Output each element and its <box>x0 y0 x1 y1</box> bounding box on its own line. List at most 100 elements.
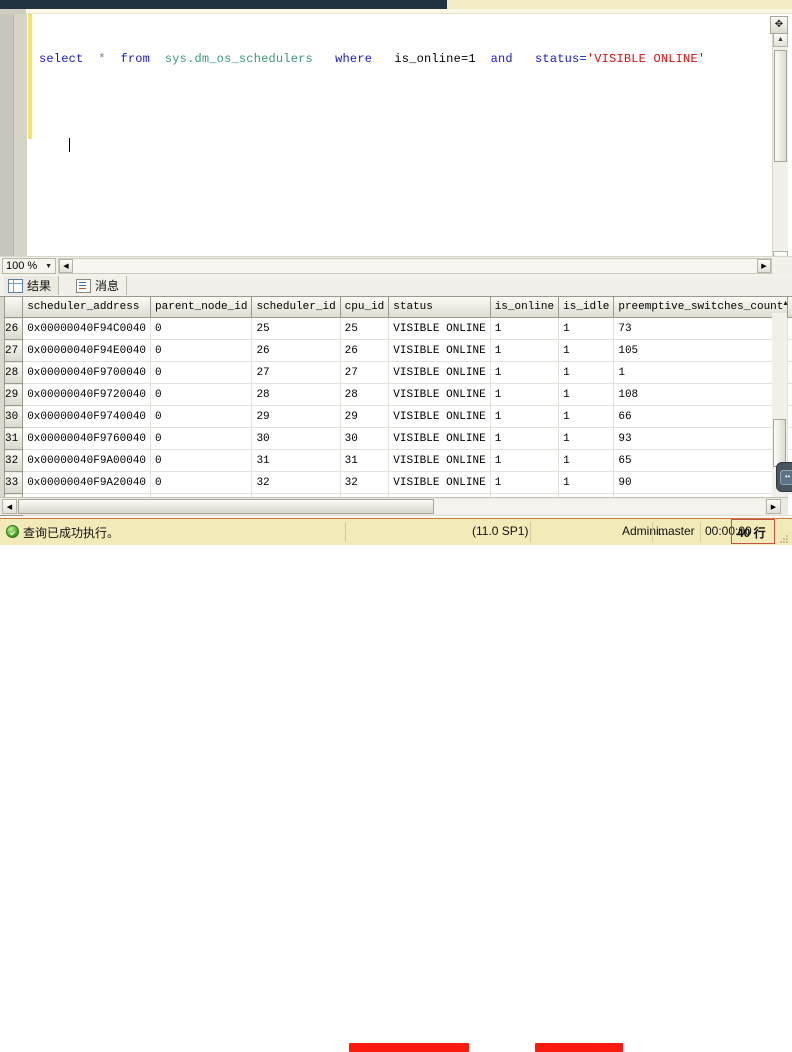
scroll-right-icon[interactable]: ▶ <box>757 259 771 273</box>
cell-parent-node-id[interactable]: 0 <box>151 384 252 406</box>
cell-scheduler-address[interactable]: 0x00000040F94C0040 <box>23 318 151 340</box>
table-row[interactable]: 32 0x00000040F9A00040 0 31 31 VISIBLE ON… <box>0 450 792 472</box>
cell-is-online[interactable]: 1 <box>490 340 558 362</box>
chevron-down-icon[interactable]: ▼ <box>45 263 52 270</box>
editor-vscroll-thumb[interactable] <box>774 50 787 162</box>
cell-parent-node-id[interactable]: 0 <box>151 472 252 494</box>
cell-preemptive-switches-count[interactable]: 105 <box>614 340 788 362</box>
cell-scheduler-address[interactable]: 0x00000040F9740040 <box>23 406 151 428</box>
cell-status[interactable]: VISIBLE ONLINE <box>389 406 490 428</box>
editor-vertical-scrollbar[interactable]: ▲ ▼ <box>772 32 788 266</box>
cell-parent-node-id[interactable]: 0 <box>151 428 252 450</box>
editor-indicator-margin[interactable] <box>14 14 27 256</box>
grid-header-preemptive-switches-count[interactable]: preemptive_switches_count <box>614 297 788 318</box>
table-row[interactable]: 29 0x00000040F9720040 0 28 28 VISIBLE ON… <box>0 384 792 406</box>
results-grid[interactable]: scheduler_address parent_node_id schedul… <box>0 297 792 516</box>
table-row[interactable]: 33 0x00000040F9A20040 0 32 32 VISIBLE ON… <box>0 472 792 494</box>
table-row[interactable]: 30 0x00000040F9740040 0 29 29 VISIBLE ON… <box>0 406 792 428</box>
grid-header-scheduler-address[interactable]: scheduler_address <box>23 297 151 318</box>
table-row[interactable]: 26 0x00000040F94C0040 0 25 25 VISIBLE ON… <box>0 318 792 340</box>
cell-scheduler-id[interactable]: 27 <box>252 362 340 384</box>
scroll-left-icon[interactable]: ◀ <box>2 499 17 514</box>
cell-cpu-id[interactable]: 32 <box>340 472 389 494</box>
cell-preemptive-switches-count[interactable]: 73 <box>614 318 788 340</box>
table-row[interactable]: 31 0x00000040F9760040 0 30 30 VISIBLE ON… <box>0 428 792 450</box>
cell-is-idle[interactable]: 1 <box>559 362 614 384</box>
cell-status[interactable]: VISIBLE ONLINE <box>389 318 490 340</box>
zoom-level-dropdown[interactable]: 100 % ▼ <box>2 258 56 274</box>
grid-header-scheduler-id[interactable]: scheduler_id <box>252 297 340 318</box>
active-document-tab-strip[interactable] <box>447 0 792 9</box>
cell-scheduler-address[interactable]: 0x00000040F9760040 <box>23 428 151 450</box>
cell-is-idle[interactable]: 1 <box>559 472 614 494</box>
scroll-right-icon[interactable]: ▶ <box>766 499 781 514</box>
grid-horizontal-scrollbar[interactable]: ◀ ▶ <box>0 497 788 515</box>
cell-is-idle[interactable]: 1 <box>559 450 614 472</box>
cell-scheduler-id[interactable]: 26 <box>252 340 340 362</box>
cell-preemptive-switches-count[interactable]: 65 <box>614 450 788 472</box>
editor-selection-margin[interactable] <box>0 14 14 256</box>
cell-context-switches-count[interactable]: 181 <box>788 318 792 340</box>
grid-header-status[interactable]: status <box>389 297 490 318</box>
cell-scheduler-address[interactable]: 0x00000040F9A00040 <box>23 450 151 472</box>
grid-vscroll-thumb[interactable] <box>773 419 786 467</box>
cell-is-online[interactable]: 1 <box>490 362 558 384</box>
cell-parent-node-id[interactable]: 0 <box>151 406 252 428</box>
cell-context-switches-count[interactable]: 221 <box>788 428 792 450</box>
cell-scheduler-address[interactable]: 0x00000040F94E0040 <box>23 340 151 362</box>
cell-preemptive-switches-count[interactable]: 66 <box>614 406 788 428</box>
grid-header-cpu-id[interactable]: cpu_id <box>340 297 389 318</box>
cell-is-idle[interactable]: 1 <box>559 384 614 406</box>
resize-grip-icon[interactable] <box>780 534 789 543</box>
grid-hscroll-track[interactable] <box>18 499 765 514</box>
cell-scheduler-address[interactable]: 0x00000040F9700040 <box>23 362 151 384</box>
cell-is-online[interactable]: 1 <box>490 428 558 450</box>
cell-parent-node-id[interactable]: 0 <box>151 450 252 472</box>
cell-status[interactable]: VISIBLE ONLINE <box>389 340 490 362</box>
grid-header-is-idle[interactable]: is_idle <box>559 297 614 318</box>
cell-parent-node-id[interactable]: 0 <box>151 318 252 340</box>
scroll-left-icon[interactable]: ◀ <box>59 259 73 273</box>
cell-scheduler-address[interactable]: 0x00000040F9A20040 <box>23 472 151 494</box>
cell-context-switches-count[interactable]: 256 <box>788 384 792 406</box>
cell-context-switches-count[interactable]: 119 <box>788 494 792 516</box>
cell-cpu-id[interactable]: 28 <box>340 384 389 406</box>
cell-cpu-id[interactable]: 29 <box>340 406 389 428</box>
cell-scheduler-id[interactable]: 29 <box>252 406 340 428</box>
tab-messages[interactable]: 消息 <box>72 276 127 295</box>
cell-scheduler-id[interactable]: 28 <box>252 384 340 406</box>
sql-editor-text-area[interactable]: select * from sys.dm_os_schedulers where… <box>33 14 763 256</box>
cell-cpu-id[interactable]: 31 <box>340 450 389 472</box>
cell-cpu-id[interactable]: 27 <box>340 362 389 384</box>
grid-hscroll-thumb[interactable] <box>18 499 434 514</box>
grid-header-parent-node-id[interactable]: parent_node_id <box>151 297 252 318</box>
cell-is-online[interactable]: 1 <box>490 406 558 428</box>
cell-cpu-id[interactable]: 26 <box>340 340 389 362</box>
cell-is-idle[interactable]: 1 <box>559 428 614 450</box>
cell-context-switches-count[interactable]: 246 <box>788 340 792 362</box>
cell-is-online[interactable]: 1 <box>490 450 558 472</box>
cell-is-online[interactable]: 1 <box>490 472 558 494</box>
cell-scheduler-id[interactable]: 31 <box>252 450 340 472</box>
cell-is-idle[interactable]: 1 <box>559 406 614 428</box>
cell-cpu-id[interactable]: 25 <box>340 318 389 340</box>
floating-toolbar-widget[interactable]: •• <box>776 462 792 492</box>
triangle-up-icon[interactable]: ▲ <box>782 300 789 307</box>
cell-status[interactable]: VISIBLE ONLINE <box>389 450 490 472</box>
cell-scheduler-id[interactable]: 32 <box>252 472 340 494</box>
cell-parent-node-id[interactable]: 0 <box>151 340 252 362</box>
cell-is-idle[interactable]: 1 <box>559 318 614 340</box>
grid-header-is-online[interactable]: is_online <box>490 297 558 318</box>
cell-scheduler-address[interactable]: 0x00000040F9720040 <box>23 384 151 406</box>
cell-status[interactable]: VISIBLE ONLINE <box>389 428 490 450</box>
editor-horizontal-scrollbar[interactable]: ◀ ▶ <box>58 258 772 274</box>
table-row[interactable]: 28 0x00000040F9700040 0 27 27 VISIBLE ON… <box>0 362 792 384</box>
tab-results[interactable]: 结果 <box>4 276 59 295</box>
cell-preemptive-switches-count[interactable]: 108 <box>614 384 788 406</box>
table-row[interactable]: 27 0x00000040F94E0040 0 26 26 VISIBLE ON… <box>0 340 792 362</box>
cell-scheduler-id[interactable]: 30 <box>252 428 340 450</box>
cell-is-online[interactable]: 1 <box>490 318 558 340</box>
cell-context-switches-count[interactable]: 172 <box>788 406 792 428</box>
cell-parent-node-id[interactable]: 0 <box>151 362 252 384</box>
cell-scheduler-id[interactable]: 25 <box>252 318 340 340</box>
